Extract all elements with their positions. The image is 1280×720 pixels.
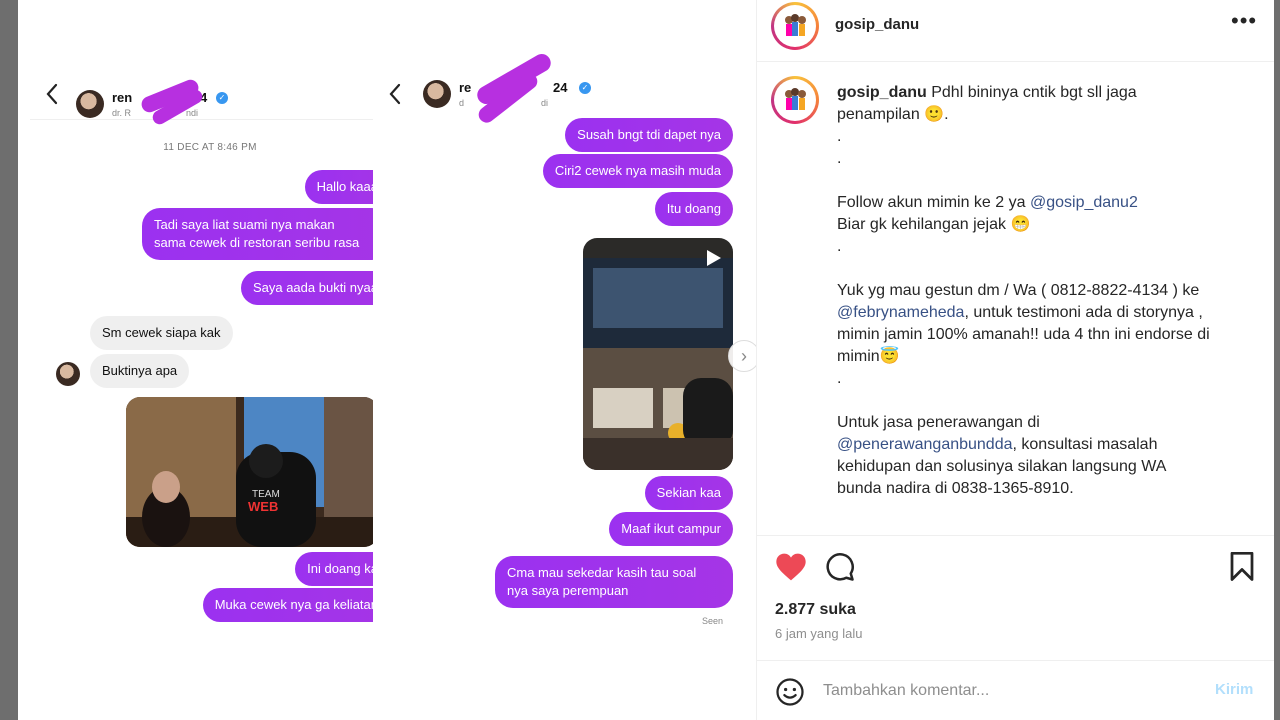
caption-line: Yuk yg mau gestun dm / Wa ( 0812-8822-41… xyxy=(837,280,1257,302)
comment-input[interactable] xyxy=(823,679,1183,703)
post-actions: 2.877 suka 6 jam yang lalu xyxy=(757,535,1275,660)
message-bubble-incoming: Buktinya apa xyxy=(90,354,190,388)
caption-text: mimin😇 xyxy=(837,348,900,365)
avatar-illustration xyxy=(785,88,806,110)
dm-screenshot-2: re 24 ✓ d di Susah bngt tdi dapet nya Ci… xyxy=(373,50,733,656)
like-count[interactable]: 2.877 suka xyxy=(775,601,856,619)
more-horizontal-icon[interactable]: ••• xyxy=(1231,10,1256,34)
message-bubble: Saya aada bukti nyaa xyxy=(240,271,390,305)
message-bubble: Sekian kaa xyxy=(644,476,733,510)
post-caption: gosip_danu Pdhl bininya cntik bgt sll ja… xyxy=(837,82,1257,500)
dm-contact-subtitle-tail: ndi xyxy=(186,108,199,118)
dm-contact-name-tail: 24 xyxy=(553,80,568,95)
caption-line: @penerawanganbundda, konsultasi masalah xyxy=(837,434,1257,456)
caption-text: kehidupan dan solusinya silakan langsung… xyxy=(837,458,1167,475)
message-bubble: Tadi saya liat suami nya makan sama cewe… xyxy=(142,208,390,260)
avatar[interactable] xyxy=(777,8,813,44)
avatar[interactable] xyxy=(777,82,813,118)
bookmark-icon[interactable] xyxy=(1229,552,1255,582)
message-bubble: Muka cewek nya ga keliatan xyxy=(202,588,390,622)
caption-line xyxy=(837,170,1257,192)
carousel-next-button[interactable]: › xyxy=(728,340,756,372)
dm-contact-subtitle-tail: di xyxy=(541,98,549,108)
shared-photo-restaurant: TEAM WEB xyxy=(126,397,378,547)
mention-link[interactable]: @penerawanganbundda xyxy=(837,436,1013,453)
caption-text: . xyxy=(837,238,842,255)
post-time: 6 jam yang lalu xyxy=(775,626,863,641)
caption-text: . xyxy=(837,128,842,145)
caption-text: Yuk yg mau gestun dm / Wa ( 0812-8822-41… xyxy=(837,282,1200,299)
caption-line: mimin jamin 100% amanah!! uda 4 thn ini … xyxy=(837,324,1257,346)
message-bubble: Itu doang xyxy=(654,192,733,226)
caption-text: , konsultasi masalah xyxy=(1012,436,1158,453)
mention-link[interactable]: @febrynameheda xyxy=(837,304,964,321)
dm-contact-name: ren xyxy=(112,90,133,105)
heart-filled-icon[interactable] xyxy=(775,552,807,582)
caption-line: Biar gk kehilangan jejak 😁 xyxy=(837,214,1257,236)
caption-line: . xyxy=(837,148,1257,170)
caption-line: penampilan 🙂. xyxy=(837,104,1257,126)
caption-line: gosip_danu Pdhl bininya cntik bgt sll ja… xyxy=(837,82,1257,104)
message-bubble: Cma mau sekedar kasih tau soal nya saya … xyxy=(495,556,733,608)
back-arrow-icon xyxy=(389,83,401,105)
photo-content: TEAM WEB xyxy=(126,397,378,547)
post-media: ren 4 ✓ dr. R ndi 11 DEC AT 8:46 PM Hall… xyxy=(18,0,756,720)
message-bubble: Ciri2 cewek nya masih muda xyxy=(542,154,733,188)
avatar xyxy=(56,362,80,386)
dm-screenshot-1: ren 4 ✓ dr. R ndi 11 DEC AT 8:46 PM Hall… xyxy=(30,60,390,660)
caption-line xyxy=(837,390,1257,412)
mention-link[interactable]: @gosip_danu2 xyxy=(1030,194,1138,211)
dm-header: ren 4 ✓ dr. R ndi xyxy=(30,60,390,127)
avatar xyxy=(76,90,104,118)
caption-line: bunda nadira di 0838-1365-8910. xyxy=(837,478,1257,500)
message-bubble-incoming: Sm cewek siapa kak xyxy=(90,316,233,350)
post-username[interactable]: gosip_danu xyxy=(835,16,919,33)
caption-line: Follow akun mimin ke 2 ya @gosip_danu2 xyxy=(837,192,1257,214)
avatar xyxy=(423,80,451,108)
caption-line: . xyxy=(837,126,1257,148)
caption-line: Untuk jasa penerawangan di xyxy=(837,412,1257,434)
video-content xyxy=(583,238,733,470)
caption-line: . xyxy=(837,368,1257,390)
caption-text: bunda nadira di 0838-1365-8910. xyxy=(837,480,1074,497)
comment-bubble-icon[interactable] xyxy=(825,552,855,582)
dm-contact-subtitle: d xyxy=(459,98,465,108)
caption-text: Pdhl bininya cntik bgt sll jaga xyxy=(931,84,1137,101)
verified-icon: ✓ xyxy=(579,82,591,94)
caption-line: . xyxy=(837,236,1257,258)
caption-line xyxy=(837,258,1257,280)
caption-username[interactable]: gosip_danu xyxy=(837,84,927,101)
svg-text:WEB: WEB xyxy=(248,499,278,514)
message-bubble: Maaf ikut campur xyxy=(609,512,733,546)
comment-bar: Kirim xyxy=(757,660,1275,720)
caption-text: . xyxy=(837,370,842,387)
caption-line: kehidupan dan solusinya silakan langsung… xyxy=(837,456,1257,478)
post-sidebar: gosip_danu ••• gosip_danu Pdhl bininya c… xyxy=(756,0,1275,720)
message-bubble: Susah bngt tdi dapet nya xyxy=(565,118,733,152)
caption-line: mimin😇 xyxy=(837,346,1257,368)
dm-contact-subtitle: dr. R xyxy=(112,108,132,118)
emoji-smile-icon[interactable] xyxy=(775,677,805,707)
shared-video-restaurant[interactable] xyxy=(583,238,733,470)
page-gutter xyxy=(1274,0,1280,720)
seen-indicator: Seen xyxy=(701,616,723,626)
caption-text: Biar gk kehilangan jejak 😁 xyxy=(837,216,1031,233)
back-arrow-icon xyxy=(46,83,58,105)
caption-text: Untuk jasa penerawangan di xyxy=(837,414,1040,431)
caption-text: . xyxy=(837,150,842,167)
play-icon xyxy=(707,250,721,266)
caption-line: @febrynameheda, untuk testimoni ada di s… xyxy=(837,302,1257,324)
verified-icon: ✓ xyxy=(216,92,228,104)
post-header: gosip_danu ••• xyxy=(757,0,1275,62)
caption-text: , untuk testimoni ada di storynya , xyxy=(964,304,1203,321)
caption-text: mimin jamin 100% amanah!! uda 4 thn ini … xyxy=(837,326,1210,343)
caption-text: penampilan 🙂. xyxy=(837,106,949,123)
dm-contact-name: re xyxy=(459,80,472,95)
dm-timestamp: 11 DEC AT 8:46 PM xyxy=(163,142,257,153)
caption-text: Follow akun mimin ke 2 ya xyxy=(837,194,1030,211)
send-comment-button[interactable]: Kirim xyxy=(1215,681,1253,698)
avatar-illustration xyxy=(785,14,806,36)
